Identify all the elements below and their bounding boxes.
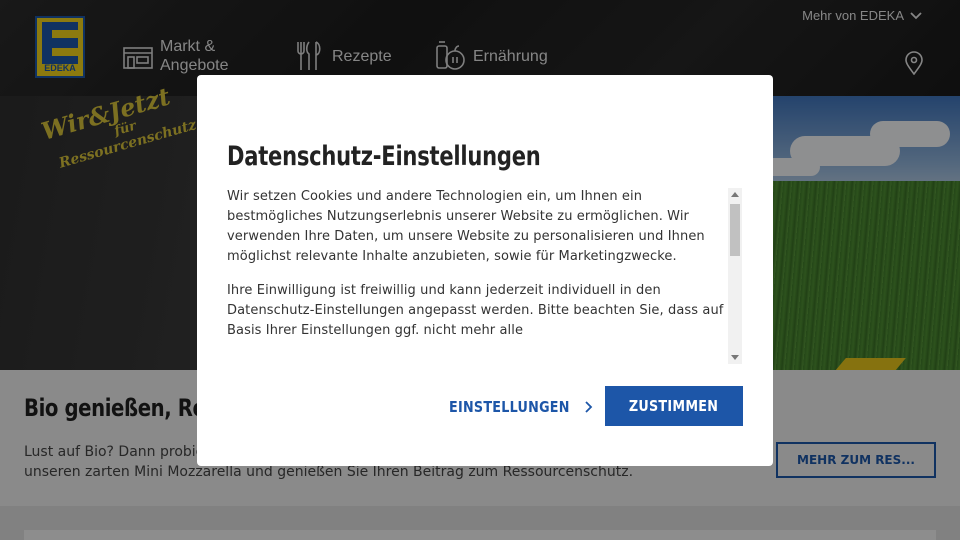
scroll-up-arrow-icon[interactable] [731,192,739,197]
dialog-title: Datenschutz-Einstellungen [227,141,541,172]
settings-label: EINSTELLUNGEN [449,398,570,416]
dialog-body[interactable]: Wir setzen Cookies und andere Technologi… [227,187,727,365]
scroll-thumb[interactable] [730,204,740,256]
dialog-paragraph-2: Ihre Einwilligung ist freiwillig und kan… [227,283,724,338]
scroll-down-arrow-icon[interactable] [731,355,739,360]
dialog-scrollbar[interactable] [728,188,742,364]
dialog-paragraph-1: Wir setzen Cookies und andere Technologi… [227,189,705,264]
accept-label: ZUSTIMMEN [629,397,719,415]
settings-button[interactable]: EINSTELLUNGEN [449,396,593,418]
privacy-settings-dialog: Datenschutz-Einstellungen Wir setzen Coo… [197,75,773,466]
accept-button[interactable]: ZUSTIMMEN [605,386,743,426]
chevron-right-icon [585,401,593,413]
